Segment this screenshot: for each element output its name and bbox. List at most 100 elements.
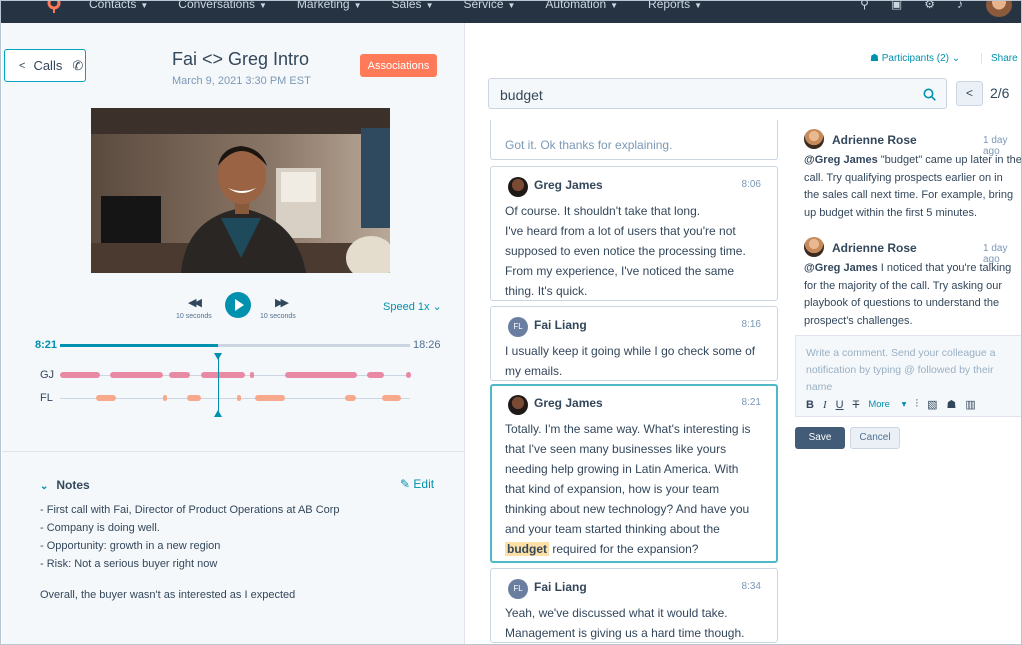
back-to-calls-button[interactable]: < Calls ✆ — [4, 49, 86, 82]
gj-segment[interactable] — [110, 372, 163, 378]
share-button[interactable]: Share — [981, 53, 1018, 64]
transcript-search[interactable]: budget — [488, 78, 947, 109]
comment-text: @Greg James "budget" came up later in th… — [804, 154, 1022, 219]
avatar — [508, 395, 528, 415]
attachment-icon[interactable]: ⫶ — [915, 398, 918, 411]
nav-item-conversations[interactable]: Conversations ▼ — [178, 1, 267, 11]
nav-item-reports[interactable]: Reports ▼ — [648, 1, 702, 11]
transcript-item[interactable]: FL Fai Liang 8:34 Yeah, we've discussed … — [490, 568, 778, 643]
notes-line: - Risk: Not a serious buyer right now — [40, 558, 218, 570]
people-icon: ☗ — [870, 53, 879, 64]
help-icon[interactable]: ▣ — [891, 1, 902, 11]
rewind-icon[interactable]: ◀◀ — [188, 296, 202, 309]
previous-result-button[interactable]: < — [956, 81, 983, 106]
chevron-left-icon: < — [965, 86, 973, 100]
speaker-name: Fai Liang — [534, 318, 587, 332]
nav-item-contacts[interactable]: Contacts ▼ — [89, 1, 148, 11]
fl-segment[interactable] — [163, 395, 167, 401]
bold-button[interactable]: B — [806, 399, 814, 411]
mention[interactable]: @Greg James — [804, 262, 878, 274]
mention[interactable]: @Greg James — [804, 154, 878, 166]
video-frame — [91, 108, 390, 273]
call-video[interactable] — [91, 108, 390, 273]
call-panel: < Calls ✆ Fai <> Greg Intro March 9, 202… — [2, 23, 465, 644]
gj-segment[interactable] — [285, 372, 357, 378]
notes-line: - First call with Fai, Director of Produ… — [40, 504, 340, 516]
speaker-name: Greg James — [534, 396, 603, 410]
notes-line: - Opportunity: growth in a new region — [40, 540, 221, 552]
back-label: Calls — [33, 58, 63, 73]
comment-text: @Greg James I noticed that you're talkin… — [804, 262, 1012, 327]
nav-item-automation[interactable]: Automation ▼ — [545, 1, 618, 11]
fast-forward-icon[interactable]: ▶▶ — [275, 296, 289, 309]
forward-label: 10 seconds — [260, 313, 296, 320]
phone-icon: ✆ — [72, 57, 84, 73]
play-button[interactable] — [225, 292, 251, 318]
comment-author: Adrienne Rose — [832, 241, 917, 255]
nav-item-sales[interactable]: Sales ▼ — [392, 1, 434, 11]
nav-item-service[interactable]: Service ▼ — [463, 1, 515, 11]
gj-segment[interactable] — [250, 372, 254, 378]
playhead[interactable] — [218, 354, 219, 412]
playhead-top-marker — [214, 353, 222, 360]
gj-segment[interactable] — [201, 372, 245, 378]
notes-summary: Overall, the buyer wasn't as interested … — [40, 589, 296, 601]
result-counter: 2/6 — [990, 85, 1010, 101]
fl-segment[interactable] — [382, 395, 401, 401]
notifications-icon[interactable]: ♪ — [957, 1, 963, 11]
gj-segment[interactable] — [406, 372, 411, 378]
chevron-down-icon: ⌄ — [432, 301, 442, 313]
notes-edit-button[interactable]: ✎ Edit — [400, 477, 434, 491]
speed-dropdown[interactable]: Speed 1x ⌄ — [383, 300, 442, 313]
search-highlight: budget — [505, 542, 549, 556]
comment-input[interactable]: Write a comment. Send your colleague a n… — [795, 335, 1021, 417]
notes-list: - First call with Fai, Director of Produ… — [40, 501, 340, 573]
timestamp[interactable]: 8:16 — [742, 319, 761, 330]
notes-toggle[interactable]: ⌄ Notes — [40, 478, 90, 492]
current-time: 8:21 — [35, 339, 58, 351]
underline-button[interactable]: U — [836, 399, 844, 411]
nav-item-marketing[interactable]: Marketing ▼ — [297, 1, 362, 11]
gj-segment[interactable] — [60, 372, 100, 378]
gj-segment[interactable] — [367, 372, 384, 378]
transcript-item-active[interactable]: Greg James 8:21 Totally. I'm the same wa… — [490, 384, 778, 563]
search-icon[interactable]: ⚲ — [860, 1, 869, 11]
more-dropdown[interactable]: More ▾ — [868, 399, 906, 410]
fl-segment[interactable] — [96, 395, 116, 401]
fl-segment[interactable] — [187, 395, 201, 401]
track-label-gj: GJ — [40, 369, 55, 381]
timestamp[interactable]: 8:34 — [742, 581, 761, 592]
strikethrough-button[interactable]: T — [853, 399, 860, 411]
associations-button[interactable]: Associations — [360, 54, 437, 77]
transcript-text: Got it. Ok thanks for explaining. — [505, 138, 673, 152]
hubspot-logo-icon[interactable] — [41, 0, 63, 13]
cancel-comment-button[interactable]: Cancel — [850, 427, 900, 449]
rewind-label: 10 seconds — [176, 313, 212, 320]
table-icon[interactable]: ▥ — [965, 398, 975, 411]
nav-menu: Contacts ▼ Conversations ▼ Marketing ▼ Sale… — [89, 1, 732, 11]
gj-segment[interactable] — [169, 372, 190, 378]
user-avatar[interactable] — [986, 1, 1012, 17]
transcript-item[interactable]: Greg James 8:06 Of course. It shouldn't … — [490, 166, 778, 301]
nav-icons: ⚲ ▣ ⚙ ♪ — [860, 1, 963, 11]
transcript-item[interactable]: FL Fai Liang 8:16 I usually keep it goin… — [490, 306, 778, 381]
formatting-toolbar: B I U T More ▾ ⫶ ▧ ☗ ▥ — [806, 398, 985, 411]
fl-segment[interactable] — [255, 395, 285, 401]
transcript-item[interactable]: Got it. Ok thanks for explaining. — [490, 120, 778, 160]
fl-segment[interactable] — [345, 395, 356, 401]
track-label-fl: FL — [40, 392, 53, 404]
italic-button[interactable]: I — [823, 399, 827, 411]
timestamp[interactable]: 8:06 — [742, 179, 761, 190]
fl-segment[interactable] — [237, 395, 241, 401]
top-navigation: Contacts ▼ Conversations ▼ Marketing ▼ Sale… — [1, 0, 1021, 23]
timestamp[interactable]: 8:21 — [742, 397, 761, 408]
settings-icon[interactable]: ⚙ — [924, 1, 935, 11]
chevron-left-icon: < — [19, 59, 26, 72]
avatar: FL — [508, 317, 528, 337]
image-icon[interactable]: ▧ — [927, 398, 937, 411]
search-input[interactable]: budget — [500, 87, 543, 103]
participants-dropdown[interactable]: ☗ Participants (2) ⌄ — [870, 53, 960, 64]
snippet-icon[interactable]: ☗ — [947, 398, 957, 411]
save-comment-button[interactable]: Save — [795, 427, 845, 449]
search-icon[interactable] — [923, 88, 936, 101]
